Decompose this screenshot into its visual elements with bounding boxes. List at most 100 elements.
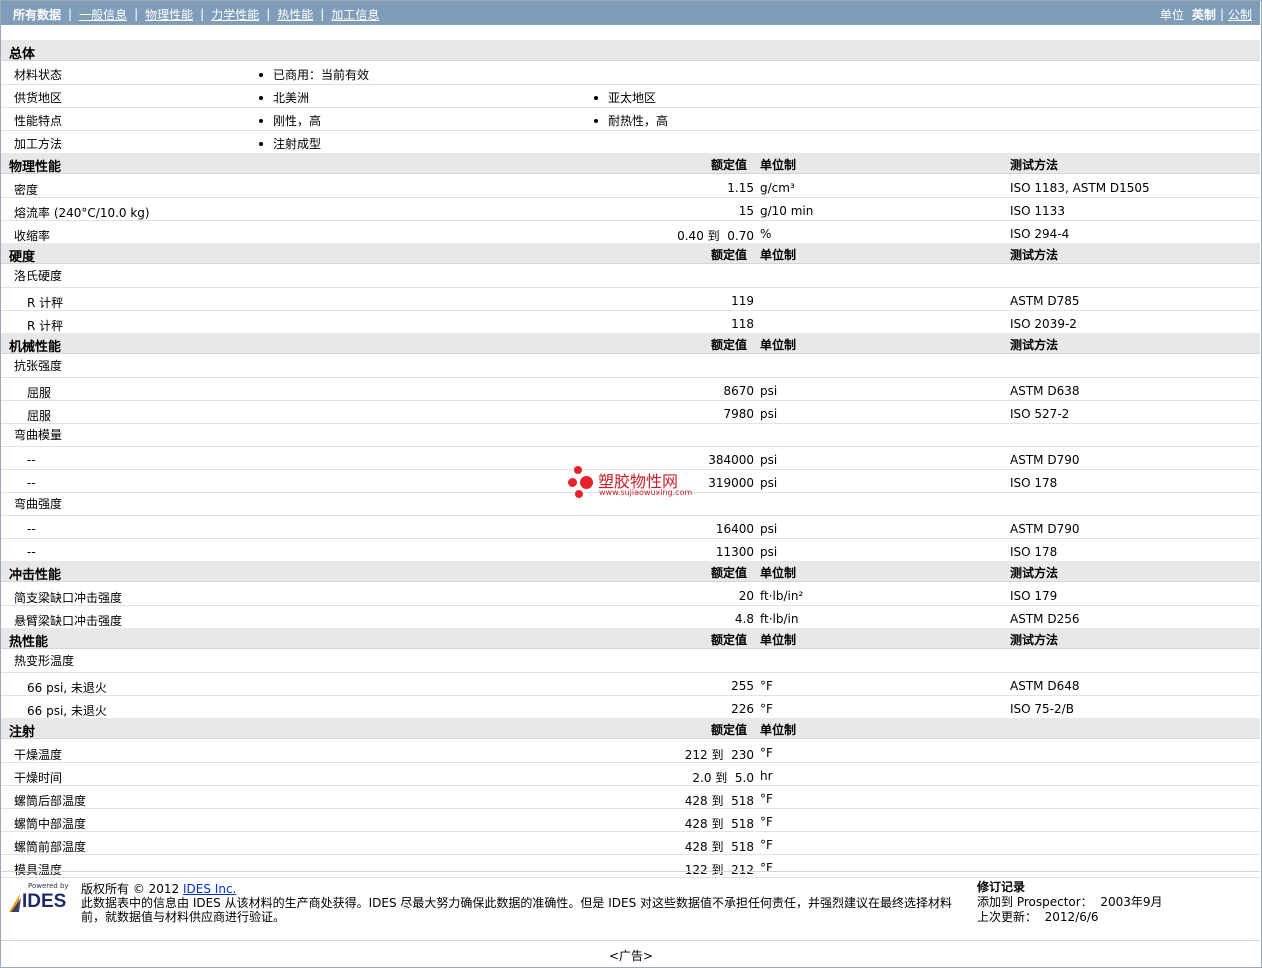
property-row: 抗张强度 (1, 354, 1260, 378)
property-label: 干燥温度 (14, 748, 63, 762)
copyright-block: 版权所有 © 2012 IDES Inc. 此数据表中的信息由 IDES 从该材… (81, 882, 961, 924)
property-label: 熔流率 (240°C/10.0 kg) (14, 206, 150, 220)
property-label: 66 psi, 未退火 (27, 681, 107, 695)
tab-general-info[interactable]: 一般信息 (79, 6, 127, 23)
property-label: -- (27, 476, 36, 490)
tab-physical[interactable]: 物理性能 (145, 6, 193, 23)
property-value: 亚太地区 (608, 91, 657, 105)
test-method: ASTM D638 (1010, 384, 1080, 398)
ad-label: <广告> (608, 949, 654, 963)
nominal-value: 319000 (708, 476, 754, 490)
property-row: 屈服 8670 psi ASTM D638 (1, 377, 1260, 401)
nominal-value: 20 (738, 589, 754, 603)
property-bullet-item: 刚性，高 (259, 112, 321, 129)
updated-label: 上次更新： (977, 910, 1038, 924)
test-method: ISO 1183, ASTM D1505 (1010, 181, 1150, 195)
nominal-value: 118 (731, 317, 754, 331)
property-row: 收缩率 0.40 到 0.70% ISO 294-4 (1, 220, 1260, 244)
nav-separator: | (320, 7, 325, 21)
unit-switcher: 单位 英制 | 公制 (1160, 6, 1252, 22)
nominal-value-header: 额定值 (711, 338, 748, 352)
test-method: ISO 1133 (1010, 204, 1065, 218)
nominal-value-header: 额定值 (711, 158, 748, 172)
property-row: 熔流率 (240°C/10.0 kg) 15 g/10 min ISO 1133 (1, 197, 1260, 221)
property-label: 屈服 (27, 409, 52, 423)
test-method: ASTM D785 (1010, 294, 1080, 308)
section-header-mechanical: 机械性能 额定值 单位制 测试方法 (1, 333, 1260, 355)
revision-history: 修订记录 添加到 Prospector： 2003年9月 上次更新： 2012/… (977, 880, 1163, 925)
section-title: 冲击性能 (9, 568, 62, 583)
bullet-icon (594, 95, 598, 100)
property-label: 66 psi, 未退火 (27, 704, 107, 718)
test-method-header: 测试方法 (1010, 566, 1059, 580)
unit-value: psi (760, 453, 778, 467)
footer: Powered by IDES 版权所有 © 2012 IDES Inc. 此数… (1, 871, 1260, 941)
tab-all-data[interactable]: 所有数据 (13, 6, 61, 23)
bullet-icon (594, 118, 598, 123)
test-method: ISO 179 (1010, 589, 1058, 603)
unit-value: ft·lb/in (760, 612, 799, 626)
property-label: 螺筒前部温度 (14, 840, 87, 854)
general-row: 供货地区 北美洲 亚太地区 (1, 84, 1260, 108)
section-title: 物理性能 (9, 160, 62, 175)
property-bullet-item: 北美洲 (259, 89, 309, 106)
watermark-url: www.sujiaowuxing.com (599, 488, 693, 497)
unit-header: 单位制 (760, 723, 797, 737)
property-value: 耐热性，高 (608, 114, 669, 128)
nominal-value: 428 到 518 (684, 840, 754, 854)
nominal-value: 2.0 到 5.0 (692, 771, 754, 785)
property-label: 干燥时间 (14, 771, 63, 785)
property-label: 热变形温度 (14, 654, 75, 668)
test-method: ISO 75-2/B (1010, 702, 1074, 716)
tab-processing[interactable]: 加工信息 (331, 6, 379, 23)
property-label: 收缩率 (14, 229, 51, 243)
section-header-general: 总体 (1, 40, 1260, 62)
ides-link[interactable]: IDES Inc. (183, 882, 236, 896)
property-row: 简支梁缺口冲击强度 20 ft·lb/in² ISO 179 (1, 582, 1260, 606)
unit-header: 单位制 (760, 248, 797, 262)
tab-thermal[interactable]: 热性能 (277, 6, 313, 23)
property-value: 注射成型 (273, 137, 322, 151)
section-header-thermal: 热性能 额定值 单位制 测试方法 (1, 628, 1260, 650)
nav-separator: | (68, 7, 73, 21)
property-row: 螺筒中部温度 428 到 518 °F (1, 808, 1260, 832)
section-header-impact: 冲击性能 额定值 单位制 测试方法 (1, 561, 1260, 583)
property-row: 干燥温度 212 到 230 °F (1, 739, 1260, 763)
unit-header: 单位制 (760, 338, 797, 352)
property-row: 屈服 7980 psi ISO 527-2 (1, 400, 1260, 424)
nominal-value: 0.40 到 0.70 (677, 229, 754, 243)
unit-value: psi (760, 522, 778, 536)
tab-mechanical[interactable]: 力学性能 (211, 6, 259, 23)
general-row: 性能特点 刚性，高 耐热性，高 (1, 107, 1260, 131)
property-label: 材料状态 (14, 68, 63, 82)
nominal-value-header: 额定值 (711, 723, 748, 737)
test-method: ASTM D790 (1010, 522, 1080, 536)
test-method-header: 测试方法 (1010, 248, 1059, 262)
unit-value: psi (760, 545, 778, 559)
unit-header: 单位制 (760, 633, 797, 647)
test-method-header: 测试方法 (1010, 633, 1059, 647)
nominal-value-header: 额定值 (711, 633, 748, 647)
nominal-value-header: 额定值 (711, 566, 748, 580)
section-title: 注射 (9, 725, 36, 740)
bullet-icon (259, 141, 263, 146)
unit-value: °F (760, 792, 773, 806)
property-label: 弯曲模量 (14, 428, 63, 442)
added-value: 2003年9月 (1100, 895, 1163, 909)
nominal-value: 16400 (715, 522, 754, 536)
nominal-value: 255 (731, 679, 754, 693)
property-label: R 计秤 (27, 296, 64, 310)
property-row: 悬臂梁缺口冲击强度 4.8 ft·lb/in ASTM D256 (1, 605, 1260, 629)
general-row: 加工方法 注射成型 (1, 130, 1260, 154)
property-row: 密度 1.15 g/cm³ ISO 1183, ASTM D1505 (1, 174, 1260, 198)
general-row: 材料状态 已商用：当前有效 (1, 61, 1260, 85)
bullet-icon (259, 95, 263, 100)
section-header-hardness: 硬度 额定值 单位制 测试方法 (1, 243, 1260, 265)
unit-metric-link[interactable]: 公制 (1228, 6, 1252, 23)
property-row: 干燥时间 2.0 到 5.0 hr (1, 762, 1260, 786)
section-title: 机械性能 (9, 340, 62, 355)
property-value: 刚性，高 (273, 114, 322, 128)
nav-separator: | (134, 7, 139, 21)
property-row: -- 11300 psi ISO 178 (1, 538, 1260, 562)
property-label: -- (27, 545, 36, 559)
